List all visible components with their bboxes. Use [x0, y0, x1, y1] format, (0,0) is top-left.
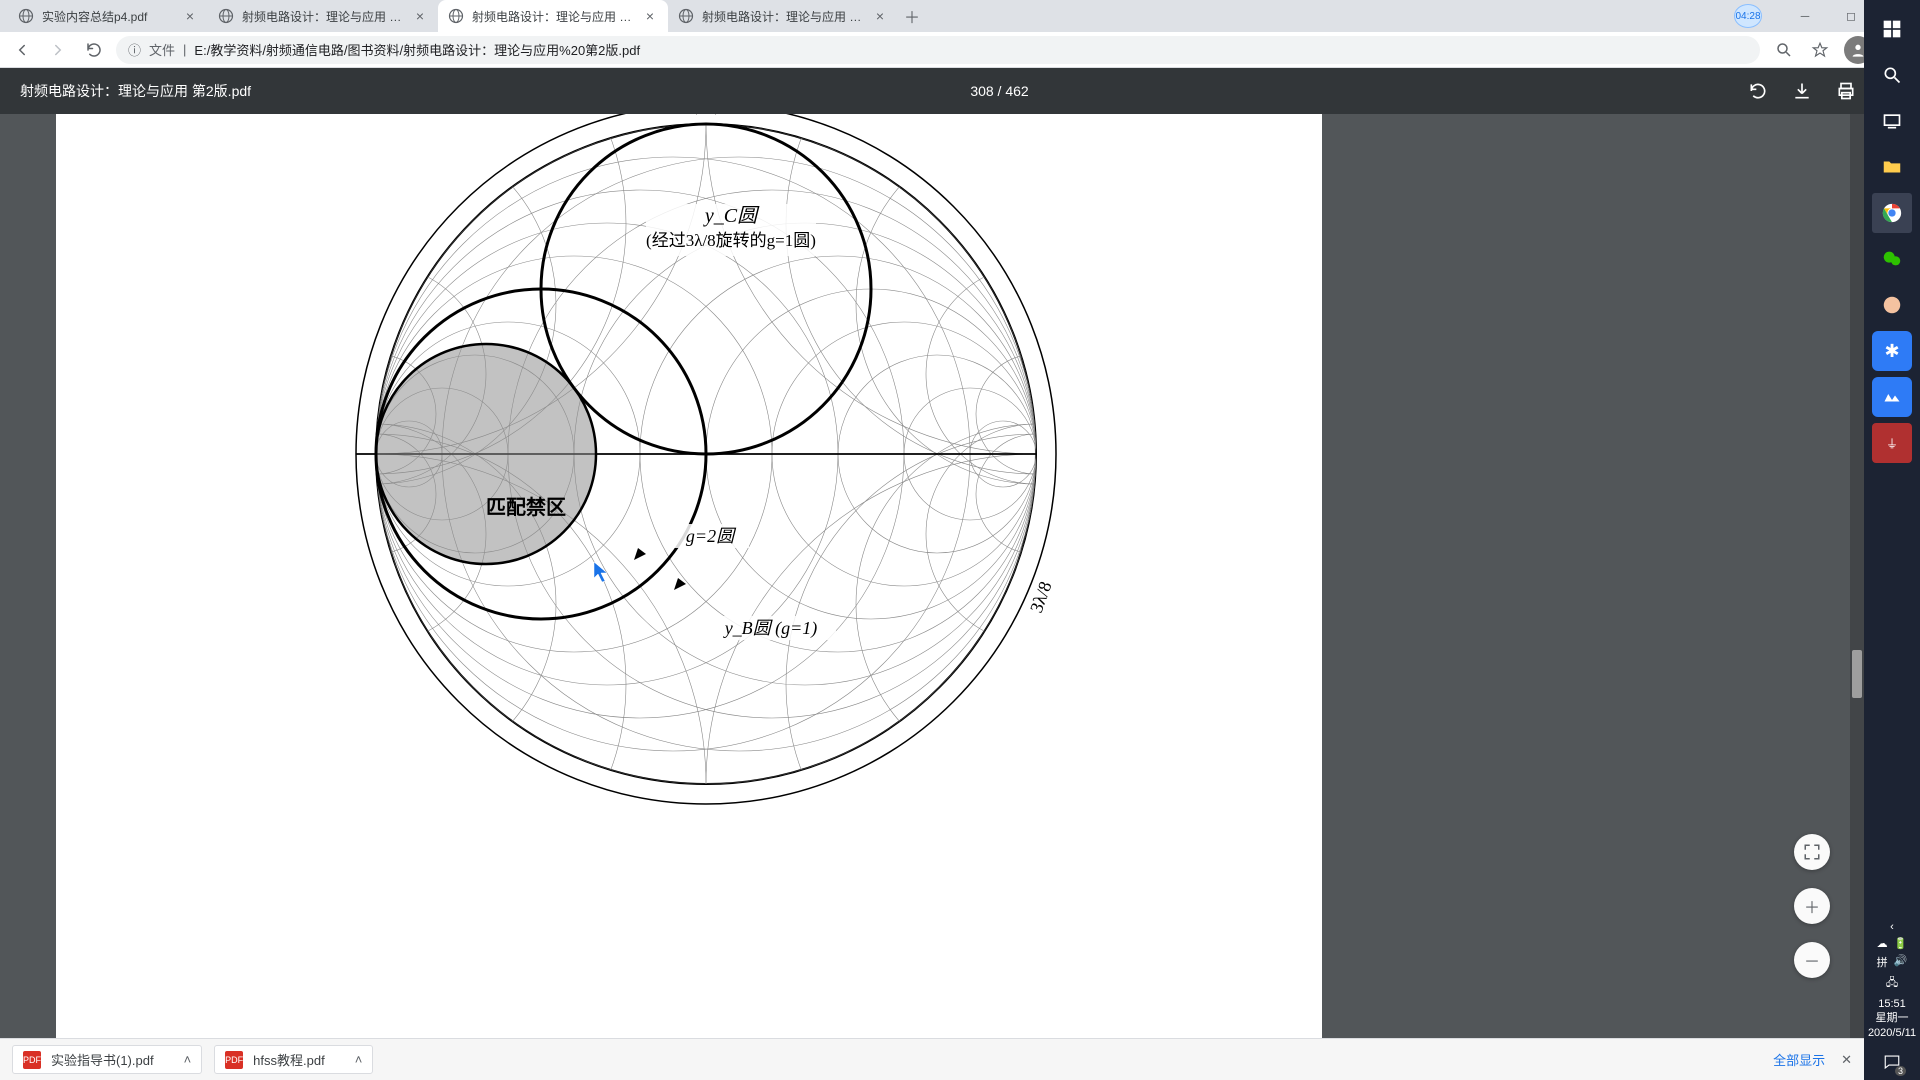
url-text: E:/教学资料/射频通信电路/图书资料/射频电路设计：理论与应用%20第2版.p…: [194, 40, 640, 59]
globe-icon: [678, 8, 694, 24]
onedrive-icon[interactable]: ☁: [1877, 937, 1888, 950]
wechat-icon[interactable]: [1872, 239, 1912, 279]
pdf-toolbar: 射频电路设计：理论与应用 第2版.pdf 308 / 462: [0, 68, 1920, 114]
bookmark-star-icon[interactable]: [1808, 38, 1832, 62]
pdf-document-title: 射频电路设计：理论与应用 第2版.pdf: [20, 81, 251, 101]
action-center-icon[interactable]: 3: [1880, 1050, 1904, 1074]
app-icon-1[interactable]: [1872, 285, 1912, 325]
system-tray[interactable]: ‹ ☁ 🔋 拼 🔊 🖧 15:51 星期一 2020/5/11 3: [1868, 921, 1916, 1080]
volume-icon[interactable]: 🔊: [1894, 954, 1908, 970]
tab-2-active[interactable]: 射频电路设计：理论与应用 第2版 ×: [438, 0, 668, 32]
zoom-out-button[interactable]: －: [1794, 942, 1830, 978]
clock-weekday: 星期一: [1868, 1011, 1916, 1025]
taskbar-clock[interactable]: 15:51 星期一 2020/5/11: [1868, 997, 1916, 1040]
browser-tabs: 实验内容总结p4.pdf × 射频电路设计：理论与应用 第2版 × 射频电路设计…: [0, 0, 926, 32]
file-explorer-icon[interactable]: [1872, 147, 1912, 187]
network-icon[interactable]: 🖧: [1886, 974, 1898, 993]
g2-label: g=2圆: [686, 526, 737, 546]
tab-1[interactable]: 射频电路设计：理论与应用 第2版 ×: [208, 0, 438, 32]
tab-title: 射频电路设计：理论与应用 第2版: [702, 8, 866, 25]
pdf-file-icon: PDF: [225, 1051, 243, 1069]
close-icon[interactable]: ×: [642, 8, 658, 24]
globe-icon: [18, 8, 34, 24]
close-icon[interactable]: ×: [182, 8, 198, 24]
browser-titlebar: 实验内容总结p4.pdf × 射频电路设计：理论与应用 第2版 × 射频电路设计…: [0, 0, 1920, 32]
download-item-1[interactable]: PDF hfss教程.pdf ˄: [214, 1045, 373, 1074]
download-icon[interactable]: [1792, 81, 1812, 101]
rotate-icon[interactable]: [1748, 81, 1768, 101]
ime-icon[interactable]: 拼: [1877, 954, 1888, 970]
omnibox[interactable]: ⓘ 文件 | E:/教学资料/射频通信电路/图书资料/射频电路设计：理论与应用%…: [116, 36, 1760, 64]
yc-sublabel: (经过3λ/8旋转的g=1圆): [646, 231, 816, 250]
scrollbar-thumb[interactable]: [1852, 650, 1862, 698]
tab-title: 实验内容总结p4.pdf: [42, 8, 176, 25]
pdf-page-total: 462: [1005, 83, 1028, 99]
pdf-page-current: 308: [970, 83, 993, 99]
site-info-icon[interactable]: ⓘ: [128, 40, 141, 59]
chevron-up-icon[interactable]: ˄: [355, 1052, 363, 1067]
chrome-taskbar-icon[interactable]: [1872, 193, 1912, 233]
download-item-0[interactable]: PDF 实验指导书(1).pdf ˄: [12, 1045, 202, 1074]
forbidden-label: 匹配禁区: [486, 496, 566, 519]
pdf-float-controls: ＋ －: [1794, 834, 1830, 978]
timer-badge: 04:28: [1734, 4, 1762, 28]
new-tab-button[interactable]: ＋: [898, 0, 926, 32]
minimize-button[interactable]: ─: [1782, 0, 1828, 32]
browser-toolbar: ⓘ 文件 | E:/教学资料/射频通信电路/图书资料/射频电路设计：理论与应用%…: [0, 32, 1920, 68]
downloads-bar: PDF 实验指导书(1).pdf ˄ PDF hfss教程.pdf ˄ 全部显示…: [0, 1038, 1864, 1080]
app-icon-3[interactable]: [1872, 377, 1912, 417]
tab-0[interactable]: 实验内容总结p4.pdf ×: [8, 0, 208, 32]
globe-icon: [448, 8, 464, 24]
downloads-close-icon[interactable]: ✕: [1841, 1052, 1852, 1068]
url-scheme-label: 文件: [149, 40, 175, 59]
chevron-up-icon[interactable]: ˄: [184, 1052, 192, 1067]
yb-label: y_B圆 (g=1): [723, 618, 818, 639]
globe-icon: [218, 8, 234, 24]
clock-time: 15:51: [1868, 997, 1916, 1011]
download-filename: hfss教程.pdf: [253, 1050, 325, 1069]
pdf-viewport[interactable]: 3λ/8: [0, 114, 1864, 1038]
back-button[interactable]: [8, 36, 36, 64]
fit-page-button[interactable]: [1794, 834, 1830, 870]
tab-3[interactable]: 射频电路设计：理论与应用 第2版 ×: [668, 0, 898, 32]
download-filename: 实验指导书(1).pdf: [51, 1050, 154, 1069]
downloads-show-all[interactable]: 全部显示: [1773, 1050, 1825, 1069]
yc-label: y_C圆: [703, 205, 760, 227]
battery-icon[interactable]: 🔋: [1894, 937, 1908, 950]
app-icon-4[interactable]: ⏚: [1872, 423, 1912, 463]
pdf-page: 3λ/8: [56, 114, 1322, 1038]
close-icon[interactable]: ×: [872, 8, 888, 24]
notification-count: 3: [1895, 1066, 1906, 1076]
task-view-icon[interactable]: [1872, 101, 1912, 141]
app-icon-2[interactable]: ✱: [1872, 331, 1912, 371]
start-button[interactable]: [1872, 9, 1912, 49]
windows-taskbar: ✱ ⏚ ‹ ☁ 🔋 拼 🔊 🖧 15:51 星期一 2020/5/11 3: [1864, 0, 1920, 1080]
tab-title: 射频电路设计：理论与应用 第2版: [242, 8, 406, 25]
zoom-icon[interactable]: [1772, 38, 1796, 62]
forward-button[interactable]: [44, 36, 72, 64]
close-icon[interactable]: ×: [412, 8, 428, 24]
tray-expand-icon[interactable]: ‹: [1890, 921, 1894, 933]
smith-chart-figure: 3λ/8: [346, 114, 1066, 814]
zoom-in-button[interactable]: ＋: [1794, 888, 1830, 924]
reload-button[interactable]: [80, 36, 108, 64]
pdf-page-indicator[interactable]: 308 / 462: [251, 83, 1748, 99]
search-icon[interactable]: [1872, 55, 1912, 95]
tab-title: 射频电路设计：理论与应用 第2版: [472, 8, 636, 25]
pdf-file-icon: PDF: [23, 1051, 41, 1069]
print-icon[interactable]: [1836, 81, 1856, 101]
clock-date: 2020/5/11: [1868, 1026, 1916, 1040]
pdf-scrollbar[interactable]: [1850, 114, 1864, 1038]
